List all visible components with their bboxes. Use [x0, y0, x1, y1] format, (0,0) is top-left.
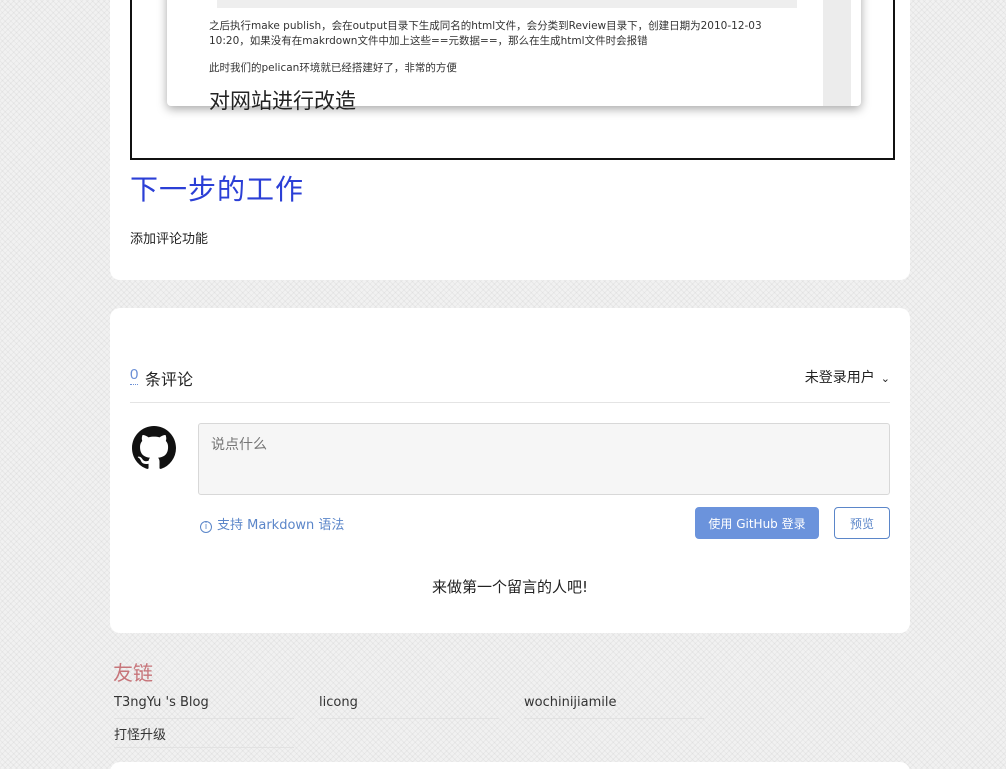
empty-comments-message: 来做第一个留言的人吧! [431, 578, 588, 596]
friend-link[interactable]: 打怪升级 [114, 724, 294, 748]
friend-link[interactable]: wochinijiamile [524, 695, 704, 719]
comment-header: 0 条评论 未登录用户 ⌄ [130, 363, 890, 403]
comment-input[interactable] [198, 423, 890, 495]
friend-link[interactable]: T3ngYu 's Blog [114, 695, 294, 719]
user-menu-label: 未登录用户 [804, 369, 875, 385]
screenshot-heading: 对网站进行改造 [209, 89, 356, 113]
github-icon [132, 426, 176, 469]
info-icon: i [200, 521, 212, 533]
markdown-hint-label: 支持 Markdown 语法 [217, 518, 345, 533]
friend-link[interactable]: licong [319, 695, 499, 719]
screenshot-paragraph: 之后执行make publish，会在output目录下生成同名的html文件，… [209, 20, 762, 47]
next-steps-text: 添加评论功能 [130, 231, 209, 246]
github-login-button[interactable]: 使用 GitHub 登录 [695, 507, 819, 539]
comment-count[interactable]: 0 [130, 366, 139, 385]
article-card: 之后执行make publish，会在output目录下生成同名的html文件，… [110, 0, 910, 280]
preview-button[interactable]: 预览 [834, 507, 890, 539]
friend-links-title: 友链 [113, 661, 153, 685]
chevron-down-icon: ⌄ [880, 373, 890, 385]
screenshot-document: 之后执行make publish，会在output目录下生成同名的html文件，… [167, 0, 861, 113]
screenshot-code-block [217, 0, 797, 8]
markdown-hint-link[interactable]: i 支持 Markdown 语法 [200, 514, 344, 533]
next-steps-heading: 下一步的工作 [130, 173, 305, 206]
next-card [110, 762, 910, 769]
comment-count-label: 条评论 [145, 372, 194, 389]
screenshot-paragraph: 此时我们的pelican环境就已经搭建好了，非常的方便 [209, 62, 457, 74]
screenshot-scrollbar [823, 0, 851, 106]
article-screenshot: 之后执行make publish，会在output目录下生成同名的html文件，… [130, 0, 895, 160]
comment-section: 0 条评论 未登录用户 ⌄ i 支持 Markdown 语法 使用 GitHub 登… [110, 308, 910, 633]
user-menu[interactable]: 未登录用户 ⌄ [805, 367, 890, 387]
